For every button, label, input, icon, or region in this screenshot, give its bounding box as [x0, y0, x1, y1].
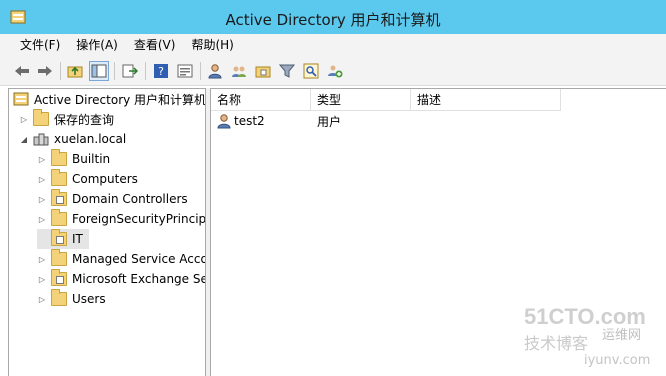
back-arrow-icon[interactable] [13, 62, 31, 80]
user-name: test2 [234, 114, 265, 128]
console-tree: Active Directory 用户和计算机 ▷ 保存的查询 ◢ xuelan… [8, 88, 206, 376]
new-ou-icon[interactable] [254, 62, 272, 80]
menu-bar: 文件(F) 操作(A) 查看(V) 帮助(H) [0, 34, 666, 56]
list-cell-description [417, 111, 567, 131]
toolbar: ? [0, 56, 666, 86]
help-icon[interactable]: ? [152, 62, 170, 80]
tree-item-label: Computers [72, 172, 138, 186]
toolbar-separator [145, 62, 146, 80]
ou-folder-icon [51, 269, 67, 286]
forward-arrow-icon[interactable] [36, 62, 54, 80]
tree-item-it[interactable]: IT [37, 229, 89, 249]
find-icon[interactable] [302, 62, 320, 80]
aduc-root-icon [13, 92, 29, 106]
tree-item-label: IT [72, 232, 83, 246]
list-row[interactable]: test2 用户 [211, 111, 666, 131]
title-bar[interactable]: Active Directory 用户和计算机 [0, 0, 666, 34]
column-header-type[interactable]: 类型 [311, 89, 411, 111]
folder-icon [51, 249, 67, 266]
tree-item-label: Managed Service Acco [72, 252, 206, 266]
tree-item-label: Microsoft Exchange Se [72, 272, 206, 286]
tree-item-domain[interactable]: ◢ xuelan.local [19, 129, 126, 149]
tree-item-label: ForeignSecurityPrincipa [72, 212, 206, 226]
folder-icon [51, 209, 67, 226]
tree-item-computers[interactable]: ▷ Computers [37, 169, 138, 189]
tree-item-saved-queries[interactable]: ▷ 保存的查询 [19, 109, 114, 129]
tree-item-foreign-security-principals[interactable]: ▷ ForeignSecurityPrincipa [37, 209, 206, 229]
expand-chevron-icon[interactable]: ▷ [37, 294, 47, 304]
ou-folder-icon [51, 229, 67, 246]
menu-help[interactable]: 帮助(H) [183, 34, 241, 56]
tree-item-label: Domain Controllers [72, 192, 188, 206]
new-user-icon[interactable] [206, 62, 224, 80]
svg-text:?: ? [158, 65, 164, 78]
aduc-window: Active Directory 用户和计算机 文件(F) 操作(A) 查看(V… [0, 0, 666, 376]
toolbar-separator [114, 62, 115, 80]
expand-chevron-icon[interactable]: ▷ [37, 214, 47, 224]
export-list-icon[interactable] [121, 62, 139, 80]
properties-icon[interactable] [176, 62, 194, 80]
tree-item-users[interactable]: ▷ Users [37, 289, 106, 309]
expand-chevron-icon[interactable]: ▷ [37, 154, 47, 164]
folder-icon [51, 289, 67, 306]
details-list: 名称 类型 描述 test2 用户 [210, 88, 666, 376]
tree-item-label: xuelan.local [54, 132, 127, 146]
filter-icon[interactable] [278, 62, 296, 80]
tree-item-builtin[interactable]: ▷ Builtin [37, 149, 110, 169]
tree-item-managed-service-accounts[interactable]: ▷ Managed Service Acco [37, 249, 206, 269]
window-title: Active Directory 用户和计算机 [225, 11, 441, 29]
user-icon [217, 113, 231, 129]
show-hide-console-tree-icon[interactable] [89, 61, 109, 81]
expand-chevron-icon[interactable]: ▷ [37, 194, 47, 204]
add-to-group-icon[interactable] [326, 62, 344, 80]
collapse-chevron-icon[interactable]: ◢ [19, 134, 29, 144]
column-header-name[interactable]: 名称 [211, 89, 311, 111]
list-cell-name: test2 [217, 111, 311, 131]
toolbar-separator [200, 62, 201, 80]
menu-view[interactable]: 查看(V) [126, 34, 184, 56]
new-group-icon[interactable] [230, 62, 248, 80]
menu-file[interactable]: 文件(F) [12, 34, 68, 56]
folder-icon [51, 169, 67, 186]
tree-item-label: Users [72, 292, 106, 306]
tree-item-microsoft-exchange[interactable]: ▷ Microsoft Exchange Se [37, 269, 206, 289]
folder-icon [51, 149, 67, 166]
domain-icon [33, 132, 49, 146]
toolbar-separator [60, 62, 61, 80]
tree-item-label: 保存的查询 [54, 112, 115, 127]
expand-chevron-icon[interactable]: ▷ [37, 274, 47, 284]
expand-chevron-icon[interactable]: ▷ [19, 114, 29, 124]
ou-folder-icon [51, 189, 67, 206]
tree-item-label: Builtin [72, 152, 111, 166]
tree-root[interactable]: Active Directory 用户和计算机 [13, 89, 206, 109]
list-cell-type: 用户 [317, 114, 342, 129]
expand-chevron-icon[interactable]: ▷ [37, 174, 47, 184]
tree-root-label: Active Directory 用户和计算机 [34, 92, 206, 107]
expand-chevron-icon[interactable]: ▷ [37, 254, 47, 264]
menu-action[interactable]: 操作(A) [68, 34, 126, 56]
folder-icon [33, 109, 49, 126]
up-folder-icon[interactable] [66, 62, 84, 80]
column-header-description[interactable]: 描述 [411, 89, 561, 111]
tree-item-domain-controllers[interactable]: ▷ Domain Controllers [37, 189, 188, 209]
